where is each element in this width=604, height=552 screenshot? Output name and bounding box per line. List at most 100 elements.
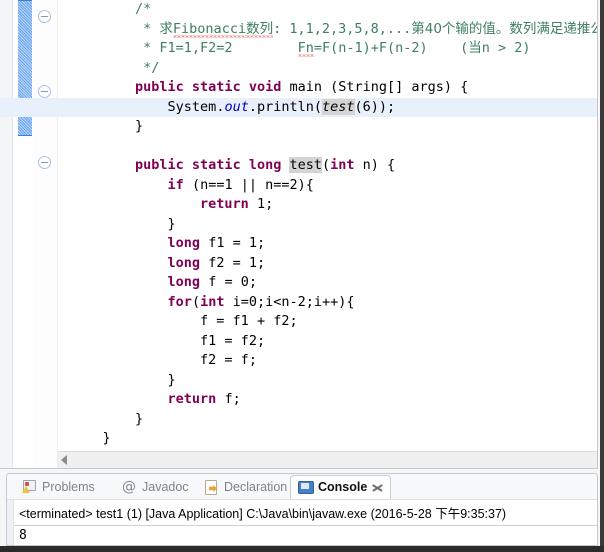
view-tab-bar[interactable]: Problems @ Javadoc Declaration Console <box>7 474 597 500</box>
code-token: 当 <box>468 40 482 56</box>
console-left-strip <box>7 500 14 545</box>
code-token: main (String[] args) { <box>281 79 469 95</box>
scrollbar-thumb[interactable] <box>74 454 374 466</box>
problems-icon <box>22 480 37 494</box>
warning-triangle-icon <box>22 486 30 493</box>
code-token: } <box>135 410 144 427</box>
window-right-edge <box>600 0 604 552</box>
code-line[interactable]: * 求Fibonacci数列: 1,1,2,3,5,8,...第40个输的值。数… <box>58 20 597 40</box>
code-token: out <box>224 98 249 115</box>
code-token: n) { <box>354 157 396 173</box>
code-line[interactable]: public static long test(int n) { <box>58 156 597 176</box>
code-token: return <box>167 391 217 407</box>
close-icon[interactable] <box>372 482 383 493</box>
code-token: 1; <box>248 196 274 212</box>
tab-label: Javadoc <box>142 480 189 494</box>
code-line[interactable]: } <box>58 429 597 449</box>
code-token: } <box>135 118 144 134</box>
code-token: Fibonacci <box>172 20 247 37</box>
code-token: /* <box>135 1 152 17</box>
declaration-icon <box>204 480 219 495</box>
eclipse-window: /* * 求Fibonacci数列: 1,1,2,3,5,8,...第40个输的… <box>0 0 604 552</box>
code-token: f1 = 1; <box>200 235 266 251</box>
tab-problems[interactable]: Problems <box>15 475 102 499</box>
code-token: : 1,1,2,3,5,8,... <box>273 20 412 37</box>
code-token: n > 2) <box>481 40 531 56</box>
code-token: int <box>330 157 355 173</box>
editor-horizontal-scrollbar[interactable] <box>58 451 597 468</box>
code-token: (n==1 || n==2){ <box>183 176 314 193</box>
code-token: if <box>167 176 184 193</box>
code-token: 求 <box>159 20 173 37</box>
code-token: */ <box>143 59 160 76</box>
code-token: int <box>200 293 225 310</box>
code-line[interactable]: * F1=1,F2=2 Fn=F(n-1)+F(n-2) (当n > 2) <box>58 39 597 59</box>
code-token: 第40个输的值。数列满足递推公式: <box>411 20 597 37</box>
code-token: test <box>289 157 322 173</box>
source-code-text[interactable]: /* * 求Fibonacci数列: 1,1,2,3,5,8,...第40个输的… <box>0 0 597 468</box>
tab-label: Problems <box>42 480 95 494</box>
code-token: test <box>322 98 355 115</box>
code-token: } <box>167 215 176 232</box>
console-icon <box>298 480 314 494</box>
javadoc-icon: @ <box>122 479 136 495</box>
code-token: * F1=1,F2=2 <box>143 40 298 56</box>
code-line[interactable]: /* <box>58 0 597 20</box>
code-line[interactable]: f2 = f; <box>58 351 597 371</box>
code-line[interactable]: long f1 = 1; <box>58 234 597 254</box>
code-line[interactable]: if (n==1 || n==2){ <box>58 176 597 196</box>
code-line[interactable]: } <box>58 371 597 391</box>
code-line[interactable]: f = f1 + f2; <box>58 312 597 332</box>
code-token: f1 = f2; <box>200 332 266 349</box>
code-line[interactable]: } <box>58 410 597 430</box>
code-token: public static void <box>135 79 282 95</box>
code-token: long <box>167 274 201 290</box>
tab-console[interactable]: Console <box>290 475 392 499</box>
code-line[interactable]: f1 = f2; <box>58 332 597 352</box>
code-token: 数列 <box>246 20 274 37</box>
code-token: * <box>143 20 160 37</box>
code-line[interactable]: public static void main (String[] args) … <box>58 78 597 98</box>
editor-folding-gutter[interactable] <box>33 0 58 468</box>
code-line[interactable]: */ <box>58 59 597 79</box>
code-token: for <box>167 293 192 310</box>
fold-marker-icon[interactable] <box>38 85 51 98</box>
code-line[interactable]: return 1; <box>58 195 597 215</box>
fold-marker-icon[interactable] <box>38 10 51 23</box>
code-token: long <box>167 254 201 271</box>
scroll-left-arrow[interactable] <box>61 455 67 465</box>
code-token: Fn <box>297 40 314 56</box>
code-line[interactable]: long f = 0; <box>58 273 597 293</box>
code-token: f; <box>216 391 241 407</box>
tab-javadoc[interactable]: @ Javadoc <box>115 475 196 499</box>
code-line[interactable]: } <box>58 215 597 235</box>
console-view-panel[interactable]: Problems @ Javadoc Declaration Console <term… <box>6 473 598 546</box>
code-token: System. <box>167 98 225 115</box>
code-line[interactable]: for(int i=0;i<n-2;i++){ <box>58 293 597 313</box>
tab-label: Declaration <box>224 480 288 494</box>
code-token: ( <box>191 293 201 310</box>
code-token: f = 0; <box>200 274 257 290</box>
code-line[interactable]: System.out.println(test(6)); <box>0 97 597 117</box>
console-body[interactable]: <terminated> test1 (1) [Java Application… <box>7 500 597 545</box>
tab-label: Console <box>318 480 368 494</box>
code-token: (6)); <box>354 98 396 115</box>
code-token: public static long <box>135 157 282 173</box>
tab-declaration[interactable]: Declaration <box>197 475 294 499</box>
code-token: =F(n-1)+F(n-2) ( <box>313 40 469 56</box>
window-bottom-edge <box>0 546 604 552</box>
code-line[interactable]: return f; <box>58 390 597 410</box>
fold-marker-icon[interactable] <box>38 156 51 169</box>
code-token: i=0;i<n-2;i++){ <box>224 293 355 310</box>
code-line[interactable]: } <box>58 117 597 137</box>
code-line[interactable] <box>58 137 597 157</box>
code-line[interactable]: long f2 = 1; <box>58 254 597 274</box>
code-token: ( <box>322 157 331 173</box>
code-editor-panel[interactable]: /* * 求Fibonacci数列: 1,1,2,3,5,8,...第40个输的… <box>0 0 598 469</box>
code-token: f2 = f; <box>200 352 257 368</box>
code-token: f2 = 1; <box>200 254 266 271</box>
editor-marker-strip <box>0 0 13 468</box>
code-token: } <box>167 371 176 388</box>
code-token: long <box>167 235 201 251</box>
console-output-text: 8 <box>19 528 27 543</box>
